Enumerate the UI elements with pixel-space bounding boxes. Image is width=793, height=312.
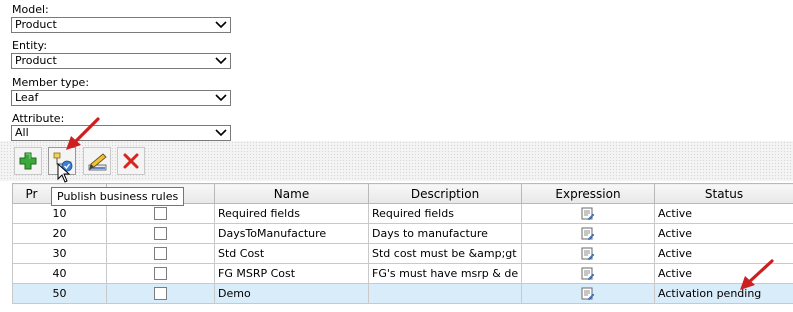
expression-edit-icon[interactable]	[581, 287, 595, 301]
status-cell: Active	[654, 223, 793, 244]
red-x-icon	[123, 153, 139, 169]
expression-cell	[521, 203, 655, 224]
column-header-expression[interactable]: Expression	[521, 183, 655, 204]
chevron-down-icon	[215, 57, 227, 65]
add-button[interactable]	[14, 147, 42, 175]
attribute-label: Attribute:	[12, 112, 65, 125]
name-cell: Required fields	[214, 203, 369, 224]
mouse-cursor-icon	[57, 163, 71, 183]
excluded-cell	[106, 263, 215, 284]
entity-select-value: Product	[15, 54, 57, 67]
excluded-checkbox[interactable]	[154, 207, 167, 221]
entity-select[interactable]: Product	[11, 53, 231, 69]
name-cell: DaysToManufacture	[214, 223, 369, 244]
table-row[interactable]: 20 DaysToManufacture Days to manufacture…	[12, 223, 793, 244]
green-plus-icon	[19, 152, 37, 170]
excluded-cell	[106, 283, 215, 304]
excluded-checkbox[interactable]	[154, 287, 167, 301]
table-row[interactable]: 30 Std Cost Std cost must be &amp;gt Act…	[12, 243, 793, 264]
excluded-cell	[106, 203, 215, 224]
member-type-label: Member type:	[12, 76, 90, 89]
model-label: Model:	[12, 3, 49, 16]
excluded-cell	[106, 243, 215, 264]
table-row[interactable]: 50 Demo Activation pending	[12, 283, 793, 304]
priority-cell: 20	[12, 223, 107, 244]
expression-cell	[521, 263, 655, 284]
column-header-priority-label: Pr	[25, 186, 38, 201]
column-header-name[interactable]: Name	[214, 183, 369, 204]
name-cell: Demo	[214, 283, 369, 304]
attribute-select-value: All	[15, 126, 29, 139]
excluded-cell	[106, 223, 215, 244]
chevron-down-icon	[215, 129, 227, 137]
description-cell: Std cost must be &amp;gt	[368, 243, 522, 264]
edit-pencil-icon	[88, 153, 107, 171]
table-row[interactable]: 10 Required fields Required fields Activ…	[12, 203, 793, 224]
expression-edit-icon[interactable]	[581, 267, 595, 281]
priority-cell: 40	[12, 263, 107, 284]
expression-edit-icon[interactable]	[581, 207, 595, 221]
description-cell: Required fields	[368, 203, 522, 224]
column-header-description[interactable]: Description	[368, 183, 522, 204]
expression-cell	[521, 283, 655, 304]
excluded-checkbox[interactable]	[154, 247, 167, 261]
column-header-status[interactable]: Status	[654, 183, 793, 204]
priority-cell: 30	[12, 243, 107, 264]
attribute-select[interactable]: All	[11, 125, 231, 141]
delete-button[interactable]	[117, 147, 145, 175]
name-cell: Std Cost	[214, 243, 369, 264]
member-type-select[interactable]: Leaf	[11, 90, 231, 106]
priority-cell: 50	[12, 283, 107, 304]
member-type-select-value: Leaf	[15, 91, 39, 104]
expression-edit-icon[interactable]	[581, 227, 595, 241]
expression-edit-icon[interactable]	[581, 247, 595, 261]
description-cell: Days to manufacture	[368, 223, 522, 244]
expression-cell	[521, 223, 655, 244]
model-select[interactable]: Product	[11, 17, 231, 33]
description-cell	[368, 283, 522, 304]
chevron-down-icon	[215, 94, 227, 102]
description-cell: FG's must have msrp & de	[368, 263, 522, 284]
excluded-checkbox[interactable]	[154, 227, 167, 241]
excluded-checkbox[interactable]	[154, 267, 167, 281]
priority-cell: 10	[12, 203, 107, 224]
annotation-arrow-icon	[740, 259, 774, 290]
table-row[interactable]: 40 FG MSRP Cost FG's must have msrp & de…	[12, 263, 793, 284]
expression-cell	[521, 243, 655, 264]
status-cell: Active	[654, 203, 793, 224]
model-select-value: Product	[15, 18, 57, 31]
publish-tooltip: Publish business rules	[51, 187, 185, 206]
entity-label: Entity:	[12, 39, 48, 52]
annotation-arrow-icon	[66, 117, 100, 150]
chevron-down-icon	[215, 21, 227, 29]
name-cell: FG MSRP Cost	[214, 263, 369, 284]
